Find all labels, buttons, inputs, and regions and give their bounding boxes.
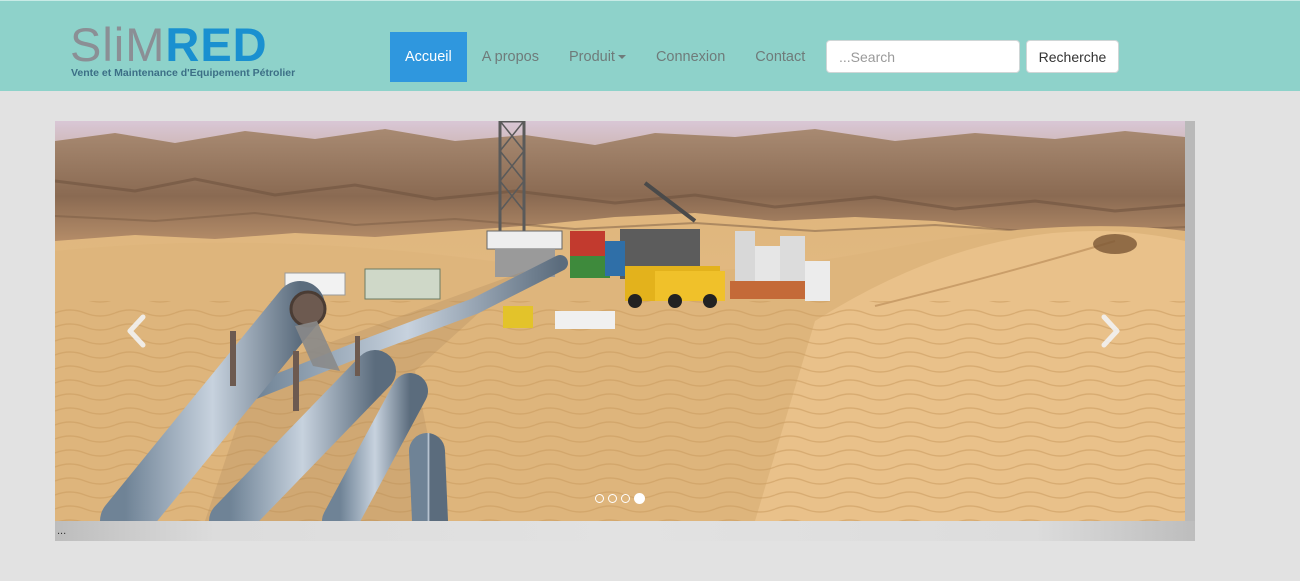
carousel-indicators: [595, 493, 645, 504]
brand-logo[interactable]: SliMRED Vente et Maintenance d'Equipemen…: [70, 21, 320, 83]
nav-item-label: Produit: [569, 49, 615, 65]
carousel-indicator-active[interactable]: [634, 493, 645, 504]
carousel-caption-bar: [55, 521, 1195, 541]
nav-item-connexion[interactable]: Connexion: [641, 32, 740, 82]
nav-item-label: Accueil: [405, 49, 452, 65]
nav-item-produit-dropdown[interactable]: Produit: [554, 32, 641, 82]
chevron-left-icon: [127, 314, 146, 348]
caret-down-icon: [617, 55, 626, 59]
carousel-slide-image: [55, 121, 1185, 521]
nav-item-accueil[interactable]: Accueil: [390, 32, 467, 82]
nav-item-label: A propos: [481, 49, 539, 65]
search-input[interactable]: [826, 40, 1020, 73]
carousel-caption: ...: [57, 525, 67, 537]
carousel-indicator[interactable]: [608, 494, 617, 503]
carousel-next-control[interactable]: [1090, 307, 1130, 355]
logo-wordmark: SliMRED: [70, 21, 268, 69]
carousel-indicator[interactable]: [621, 494, 630, 503]
carousel-prev-control[interactable]: [117, 307, 157, 355]
carousel-indicator[interactable]: [595, 494, 604, 503]
chevron-right-icon: [1101, 314, 1120, 348]
image-carousel: ...: [55, 121, 1195, 541]
nav-item-label: Contact: [755, 49, 806, 65]
logo-text-red: RED: [165, 18, 268, 71]
logo-tagline: Vente et Maintenance d'Equipement Pétrol…: [71, 67, 296, 79]
search-button[interactable]: Recherche: [1026, 40, 1119, 73]
main-nav: Accueil A propos Produit Connexion Conta…: [390, 32, 820, 82]
nav-item-a-propos[interactable]: A propos: [467, 32, 554, 82]
nav-item-label: Connexion: [655, 49, 726, 65]
top-navbar: SliMRED Vente et Maintenance d'Equipemen…: [0, 0, 1300, 91]
logo-text-slim: SliM: [70, 18, 166, 71]
nav-item-contact[interactable]: Contact: [740, 32, 820, 82]
carousel-gutter: [1185, 121, 1195, 521]
